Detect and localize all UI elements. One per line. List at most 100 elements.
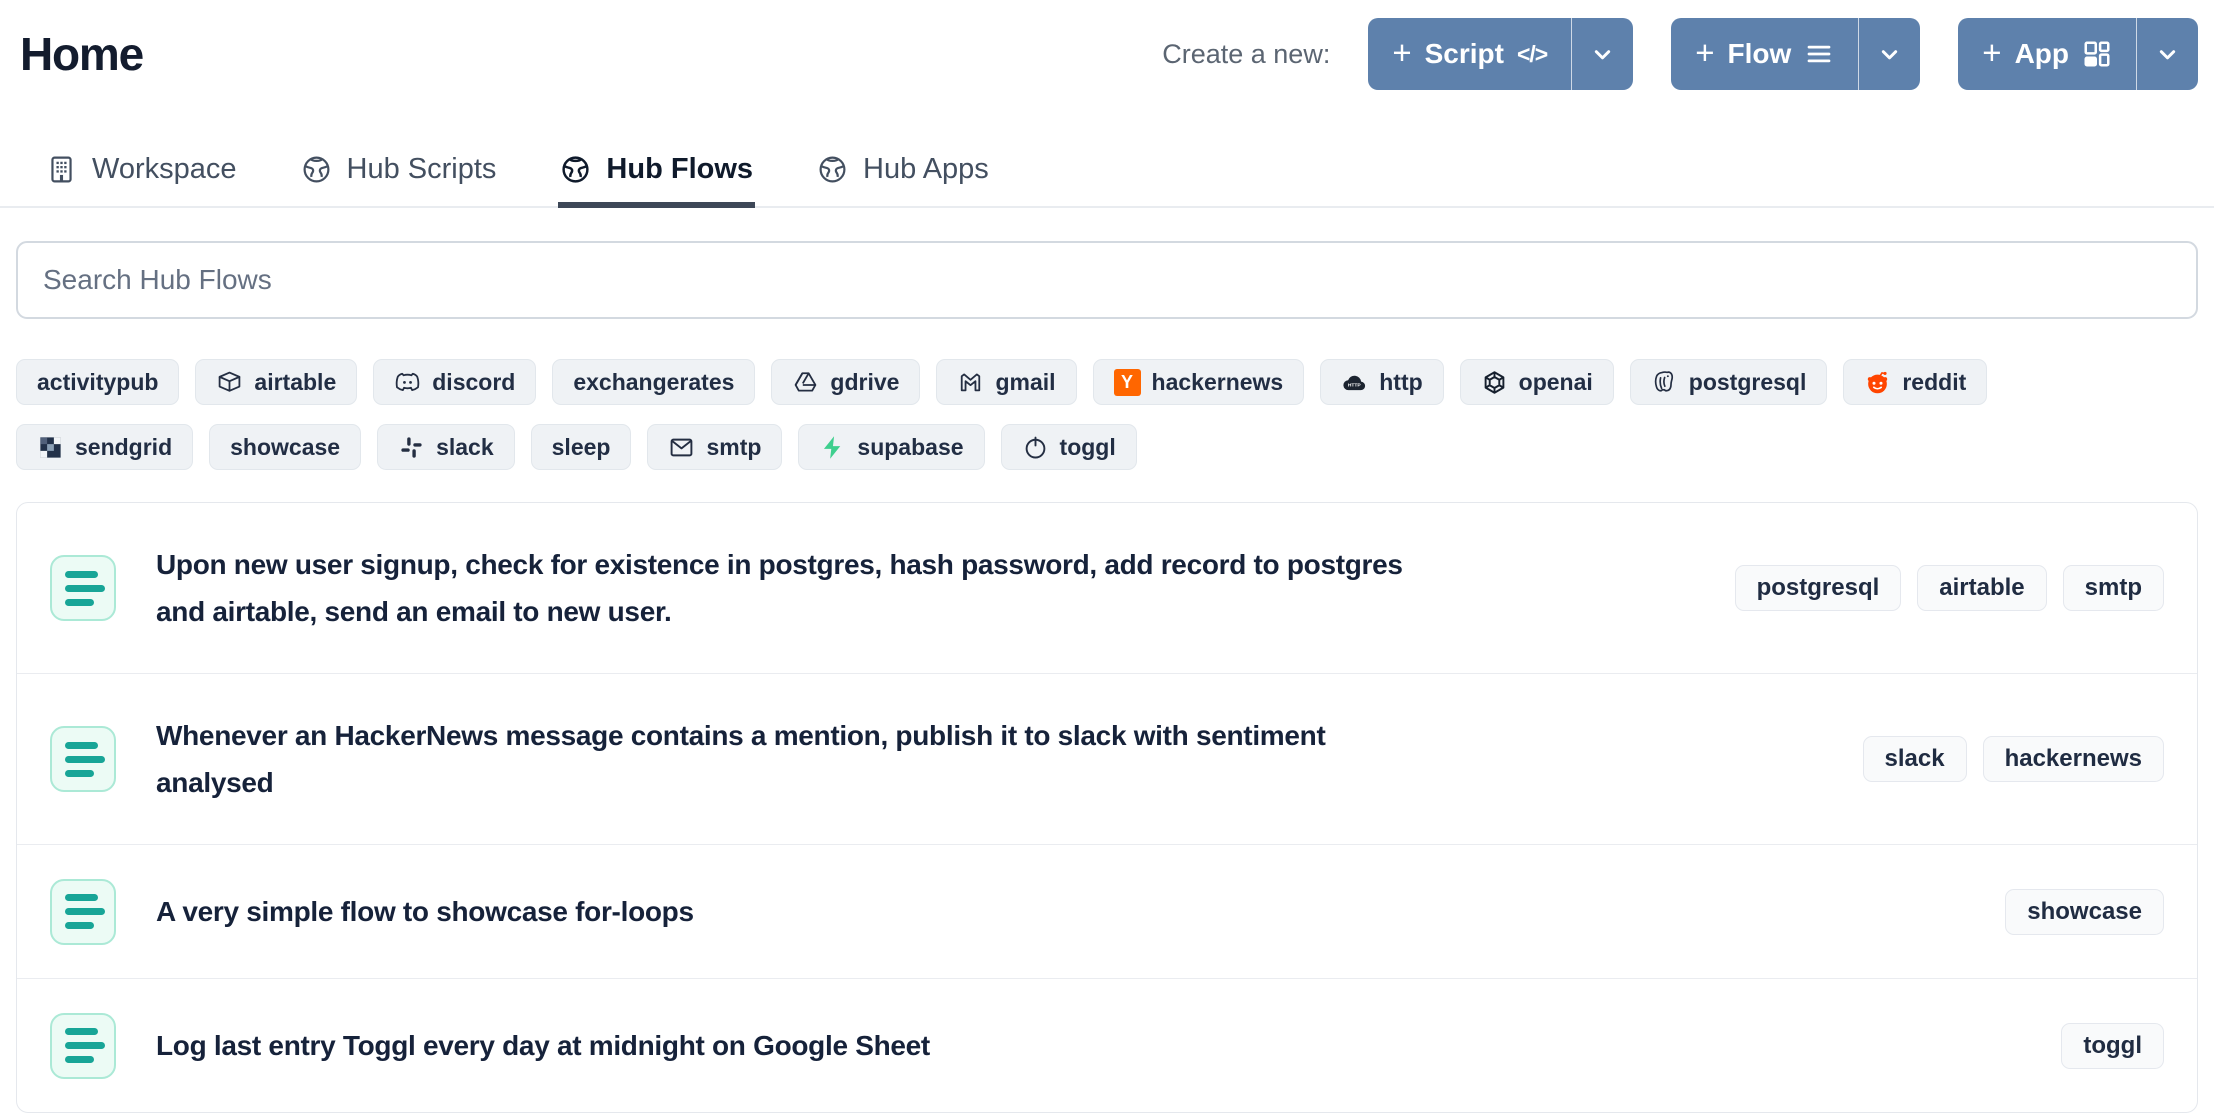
new-app-dropdown-button[interactable] — [2136, 18, 2198, 90]
flow-badge: showcase — [2005, 889, 2164, 935]
plus-icon: + — [1695, 36, 1714, 69]
filter-chip-exchangerates[interactable]: exchangerates — [552, 359, 755, 405]
search-input[interactable] — [16, 241, 2198, 319]
hub-flow-row[interactable]: Log last entry Toggl every day at midnig… — [17, 979, 2197, 1112]
filter-chip-activitypub[interactable]: activitypub — [16, 359, 179, 405]
flow-icon — [50, 1013, 116, 1079]
new-script-dropdown-button[interactable] — [1571, 18, 1633, 90]
building-icon — [46, 154, 77, 185]
gdrive-icon — [792, 369, 819, 396]
filter-chip-label: slack — [436, 434, 494, 461]
hub-flow-row[interactable]: Upon new user signup, check for existenc… — [17, 503, 2197, 674]
filter-chip-label: discord — [432, 369, 515, 396]
filter-chip-label: openai — [1519, 369, 1593, 396]
filter-chip-gmail[interactable]: gmail — [936, 359, 1076, 405]
filter-chips: activitypub airtable discord exchangerat… — [16, 359, 2198, 470]
filter-chip-airtable[interactable]: airtable — [195, 359, 357, 405]
flow-badge: hackernews — [1983, 736, 2164, 782]
filter-chip-hackernews[interactable]: Y hackernews — [1093, 359, 1305, 405]
code-icon: </> — [1517, 41, 1547, 68]
filter-chip-discord[interactable]: discord — [373, 359, 536, 405]
page-title: Home — [20, 27, 143, 81]
tab-hub-flows[interactable]: Hub Flows — [558, 138, 755, 206]
filter-chip-openai[interactable]: openai — [1460, 359, 1614, 405]
new-flow-splitbutton: + Flow — [1671, 18, 1920, 90]
filter-chip-sendgrid[interactable]: sendgrid — [16, 424, 193, 470]
flow-title: A very simple flow to showcase for-loops — [156, 888, 694, 935]
chevron-down-icon — [1589, 41, 1616, 68]
filter-chip-showcase[interactable]: showcase — [209, 424, 361, 470]
tab-label: Hub Scripts — [347, 153, 497, 186]
hub-flows-list: Upon new user signup, check for existenc… — [16, 502, 2198, 1113]
new-flow-dropdown-button[interactable] — [1858, 18, 1920, 90]
create-new-label: Create a new: — [1162, 39, 1330, 70]
sendgrid-icon — [37, 434, 64, 461]
filter-chip-smtp[interactable]: smtp — [647, 424, 782, 470]
tab-workspace[interactable]: Workspace — [44, 138, 239, 206]
hub-flow-row[interactable]: Whenever an HackerNews message contains … — [17, 674, 2197, 845]
filter-chip-supabase[interactable]: supabase — [798, 424, 984, 470]
filter-chip-slack[interactable]: slack — [377, 424, 515, 470]
filter-chip-label: smtp — [706, 434, 761, 461]
filter-chip-label: toggl — [1060, 434, 1116, 461]
filter-chip-label: gmail — [995, 369, 1055, 396]
flow-badges: toggl — [2061, 1023, 2164, 1069]
flow-badges: showcase — [2005, 889, 2164, 935]
flow-icon — [50, 726, 116, 792]
flow-badge: smtp — [2063, 565, 2164, 611]
filter-chip-http[interactable]: HTTP http — [1320, 359, 1443, 405]
globe-icon — [301, 154, 332, 185]
filter-chip-label: showcase — [230, 434, 340, 461]
filter-chip-sleep[interactable]: sleep — [531, 424, 632, 470]
tab-label: Hub Flows — [606, 153, 753, 186]
chevron-down-icon — [1876, 41, 1903, 68]
filter-chip-reddit[interactable]: reddit — [1843, 359, 1987, 405]
airtable-icon — [216, 369, 243, 396]
app-grid-icon — [2082, 39, 2112, 69]
filter-row: sendgrid showcase slack sleep smtp supab… — [16, 424, 2198, 470]
new-script-button[interactable]: + Script </> — [1368, 18, 1571, 90]
flow-badges: slack hackernews — [1863, 736, 2164, 782]
filter-chip-label: activitypub — [37, 369, 158, 396]
smtp-envelope-icon — [668, 434, 695, 461]
globe-icon — [560, 154, 591, 185]
new-app-button[interactable]: + App — [1958, 18, 2136, 90]
topbar: Home Create a new: + Script </> + Flow — [16, 0, 2198, 92]
flow-title: Whenever an HackerNews message contains … — [156, 712, 1406, 806]
http-icon: HTTP — [1341, 369, 1368, 396]
flow-icon — [50, 555, 116, 621]
tab-hub-scripts[interactable]: Hub Scripts — [299, 138, 499, 206]
new-app-splitbutton: + App — [1958, 18, 2198, 90]
hackernews-icon: Y — [1114, 369, 1141, 396]
filter-chip-label: exchangerates — [573, 369, 734, 396]
filter-chip-label: sleep — [552, 434, 611, 461]
new-flow-label: Flow — [1728, 38, 1792, 70]
flow-badge: postgresql — [1735, 565, 1902, 611]
filter-chip-toggl[interactable]: toggl — [1001, 424, 1137, 470]
globe-icon — [817, 154, 848, 185]
plus-icon: + — [1392, 36, 1411, 69]
flow-icon — [50, 879, 116, 945]
search-bar — [16, 241, 2198, 319]
postgresql-icon — [1651, 369, 1678, 396]
filter-chip-gdrive[interactable]: gdrive — [771, 359, 920, 405]
filter-chip-label: hackernews — [1152, 369, 1284, 396]
hub-flow-row[interactable]: A very simple flow to showcase for-loops… — [17, 845, 2197, 979]
filter-chip-label: http — [1379, 369, 1422, 396]
filter-chip-postgresql[interactable]: postgresql — [1630, 359, 1828, 405]
supabase-icon — [819, 434, 846, 461]
tab-hub-apps[interactable]: Hub Apps — [815, 138, 991, 206]
toggl-icon — [1022, 434, 1049, 461]
flow-title: Log last entry Toggl every day at midnig… — [156, 1022, 930, 1069]
flow-badge: airtable — [1917, 565, 2046, 611]
discord-icon — [394, 369, 421, 396]
flow-title: Upon new user signup, check for existenc… — [156, 541, 1406, 635]
plus-icon: + — [1982, 36, 2001, 69]
new-script-label: Script — [1425, 38, 1504, 70]
tab-label: Hub Apps — [863, 153, 989, 186]
create-new-group: Create a new: + Script </> + Flow — [1162, 18, 2198, 90]
gmail-icon — [957, 369, 984, 396]
flow-badges: postgresql airtable smtp — [1735, 565, 2164, 611]
new-flow-button[interactable]: + Flow — [1671, 18, 1858, 90]
chevron-down-icon — [2154, 41, 2181, 68]
